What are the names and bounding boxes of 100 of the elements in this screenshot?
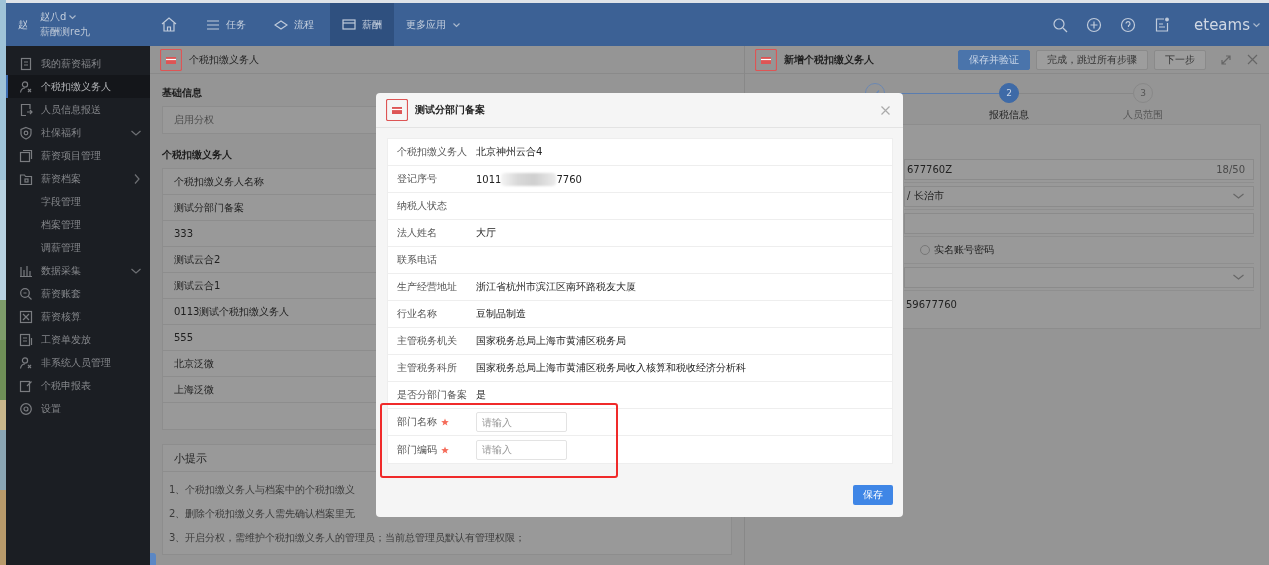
radio-option[interactable]: 实名账号密码 xyxy=(920,243,994,257)
close-icon[interactable] xyxy=(1246,53,1259,66)
save-verify-button[interactable]: 保存并验证 xyxy=(958,49,1030,70)
sidebar-item[interactable]: 社保福利 xyxy=(6,121,150,144)
caret-icon xyxy=(68,13,78,21)
sidebar-item[interactable]: 薪资核算 xyxy=(6,305,150,328)
nav-tab[interactable]: 任务 xyxy=(194,3,258,46)
column-header: 个税扣缴义务人名称 xyxy=(174,176,264,187)
field-label: 行业名称 xyxy=(396,307,438,321)
user-subtitle: 薪酬测re九 xyxy=(40,25,91,39)
nav-tab[interactable]: 流程 xyxy=(262,3,326,46)
card-icon xyxy=(160,48,182,71)
field-label: 主管税务机关 xyxy=(396,334,458,348)
person-icon xyxy=(19,79,33,94)
dialog-title: 测试分部门备案 xyxy=(415,103,485,117)
sidebar-item[interactable]: 字段管理 xyxy=(6,190,150,213)
expand-icon[interactable] xyxy=(1220,53,1232,66)
help-icon[interactable] xyxy=(1120,16,1137,33)
field-value: 是 xyxy=(476,388,486,402)
sidebar-item[interactable]: 薪资项目管理 xyxy=(6,144,150,167)
save-button[interactable]: 保存 xyxy=(853,484,893,505)
sidebar-item[interactable]: 个税申报表 xyxy=(6,374,150,397)
document-icon xyxy=(19,102,33,117)
sidebar-item[interactable]: 薪资账套 xyxy=(6,282,150,305)
list-item[interactable]: 测试分部门备案 xyxy=(174,202,244,213)
input-field[interactable] xyxy=(904,212,1254,234)
tip-text: 3、开启分权，需维护个税扣缴义务人的管理员；当前总管理员默认有管理权限； xyxy=(169,532,526,543)
setting-label: 启用分权 xyxy=(174,114,214,125)
field-value: 浙江省杭州市滨江区南环路税友大厦 xyxy=(476,280,636,294)
home-icon xyxy=(160,16,178,33)
calculator-icon xyxy=(19,309,33,324)
sidebar-item[interactable]: 工资单发放 xyxy=(6,328,150,351)
sidebar-item[interactable]: 设置 xyxy=(6,397,150,420)
field-label: 主管税务科所 xyxy=(396,361,458,375)
page-icon xyxy=(19,56,33,71)
field-value: 大厅 xyxy=(476,226,496,240)
sidebar-item[interactable]: 薪资档案 xyxy=(6,167,150,190)
nav-tab[interactable]: 更多应用 xyxy=(394,3,473,46)
search-icon xyxy=(19,286,33,301)
field-label: 部门名称 xyxy=(397,415,437,429)
sidebar-item[interactable]: 档案管理 xyxy=(6,213,150,236)
sidebar-item[interactable]: 数据采集 xyxy=(6,259,150,282)
field-label: 法人姓名 xyxy=(396,226,438,240)
list-item[interactable]: 测试云合1 xyxy=(174,280,221,291)
field-label: 生产经营地址 xyxy=(396,280,458,294)
list-item[interactable]: 北京泛微 xyxy=(174,358,214,369)
person-icon xyxy=(19,355,33,370)
select-field[interactable]: / 长治市 xyxy=(904,185,1254,207)
chevron-down-icon xyxy=(1232,191,1245,201)
edit-icon xyxy=(19,378,33,393)
field-label: 纳税人状态 xyxy=(396,199,448,213)
close-icon[interactable] xyxy=(880,104,891,116)
caret-icon xyxy=(452,20,461,29)
section-heading: 个税扣缴义务人 xyxy=(162,149,232,160)
step-circle: 2 xyxy=(999,83,1019,103)
folder-icon xyxy=(19,171,33,186)
sidebar-item[interactable]: 我的薪资福利 xyxy=(6,52,150,75)
brand-logo[interactable]: eteams xyxy=(1194,15,1261,34)
input-field[interactable]: 677760Z 18/50 xyxy=(904,158,1254,180)
sidebar-item[interactable]: 个税扣缴义务人 xyxy=(6,75,150,98)
search-icon[interactable] xyxy=(1052,16,1069,33)
step-button[interactable]: 完成，跳过所有步骤 xyxy=(1036,49,1148,70)
tip-text: 1、个税扣缴义务人与档案中的个税扣缴义 xyxy=(169,484,356,495)
panel-title: 新增个税扣缴义务人 xyxy=(784,52,874,67)
field-value: 豆制品制造 xyxy=(476,307,526,321)
tip-text: 2、删除个税扣缴义务人需先确认档案里无 xyxy=(169,508,356,519)
field-label: 联系电话 xyxy=(396,253,438,267)
user-avatar[interactable]: 赵 xyxy=(18,17,28,32)
sidebar-item[interactable]: 调薪管理 xyxy=(6,236,150,259)
chevron-down-icon xyxy=(1232,272,1245,282)
panel-title: 个税扣缴义务人 xyxy=(189,52,259,67)
note-icon[interactable] xyxy=(1154,16,1171,33)
redaction-blur xyxy=(501,172,557,186)
list-icon xyxy=(19,332,33,347)
field-value: 北京神州云合4 xyxy=(476,145,543,159)
shield-icon xyxy=(19,125,33,140)
list-item[interactable]: 555 xyxy=(174,332,194,343)
card-icon xyxy=(342,18,356,31)
field-label: 是否分部门备案 xyxy=(396,388,468,402)
field-label: 部门编码 xyxy=(397,442,437,457)
copy-icon xyxy=(19,148,33,163)
diamond-icon xyxy=(274,18,288,31)
select-field[interactable] xyxy=(904,266,1254,288)
list-item[interactable]: 0113测试个税扣缴义务人 xyxy=(174,306,290,317)
settings-icon xyxy=(19,401,33,416)
side-handle[interactable] xyxy=(150,553,156,565)
field-label: 个税扣缴义务人 xyxy=(396,145,468,159)
field-value: 国家税务总局上海市黄浦区税务局 xyxy=(476,334,626,348)
card-icon xyxy=(386,99,408,121)
user-name[interactable]: 赵八d xyxy=(40,10,67,24)
list-item[interactable]: 上海泛微 xyxy=(174,384,214,395)
char-counter: 18/50 xyxy=(1216,163,1245,175)
list-item[interactable]: 333 xyxy=(174,228,194,239)
nav-tab[interactable]: 薪酬 xyxy=(330,3,394,46)
sidebar-item[interactable]: 非系统人员管理 xyxy=(6,351,150,374)
field-value: 59677760 xyxy=(905,299,957,310)
plus-circle-icon[interactable] xyxy=(1086,16,1103,33)
sidebar-item[interactable]: 人员信息报送 xyxy=(6,98,150,121)
step-label: 报税信息 xyxy=(989,108,1029,122)
list-item[interactable]: 测试云合2 xyxy=(174,254,221,265)
